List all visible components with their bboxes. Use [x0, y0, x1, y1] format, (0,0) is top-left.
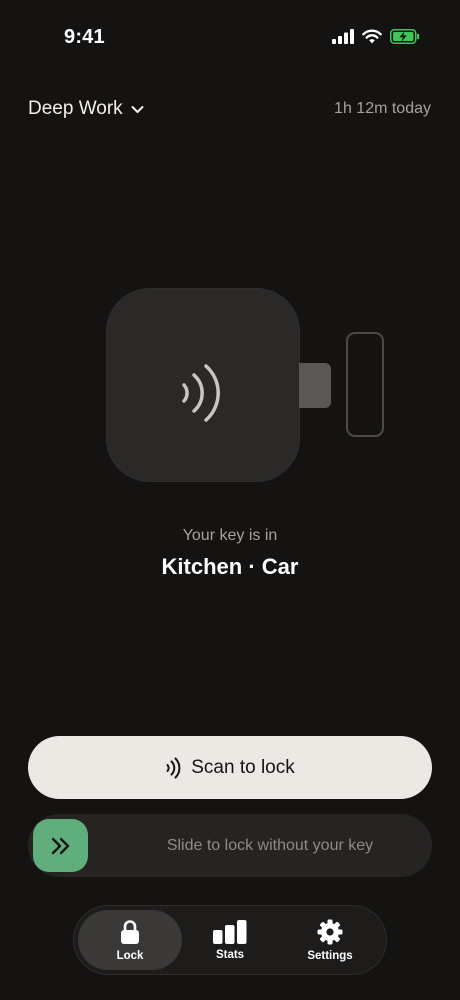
mode-selector[interactable]: Deep Work	[28, 98, 144, 120]
status-time: 9:41	[64, 26, 105, 48]
bar-chart-icon	[213, 919, 247, 944]
slide-to-lock-track[interactable]: Slide to lock without your key	[28, 814, 432, 877]
nfc-waves-icon	[182, 364, 220, 422]
tab-settings-label: Settings	[307, 949, 353, 962]
nfc-waves-icon	[166, 757, 181, 778]
mode-label: Deep Work	[28, 98, 123, 119]
key-caption: Your key is in	[182, 527, 278, 544]
slide-label: Slide to lock without your key	[166, 836, 374, 854]
scan-button-label: Scan to lock	[191, 756, 295, 778]
wifi-icon	[362, 29, 382, 44]
key-location: Kitchen · Car	[161, 554, 299, 579]
tab-stats[interactable]: Stats	[178, 910, 282, 970]
device-connector	[299, 363, 331, 408]
tab-stats-label: Stats	[215, 948, 245, 961]
tab-lock[interactable]: Lock	[78, 910, 182, 970]
scan-to-lock-button[interactable]: Scan to lock	[28, 736, 432, 799]
chevron-down-icon	[131, 105, 144, 113]
tab-lock-label: Lock	[116, 949, 144, 962]
today-time: 1h 12m today	[334, 100, 431, 117]
status-icons	[332, 29, 420, 44]
slide-handle[interactable]	[33, 819, 88, 872]
double-chevron-right-icon	[51, 837, 69, 854]
lock-device-illustration	[106, 288, 300, 482]
battery-charging-icon	[390, 29, 420, 44]
gear-icon	[317, 919, 343, 944]
key-outline	[346, 332, 384, 437]
cellular-signal-icon	[332, 29, 354, 44]
tab-settings[interactable]: Settings	[278, 910, 382, 970]
tab-bar: Lock Stats Settings	[74, 906, 386, 974]
lock-icon	[121, 919, 139, 944]
